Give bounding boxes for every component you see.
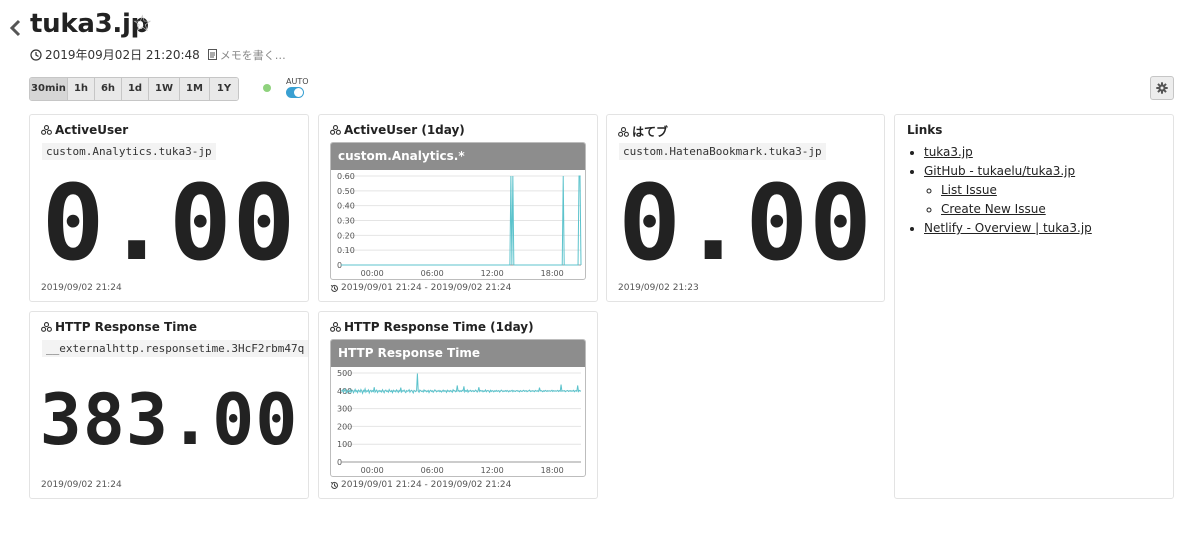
service-icon: [618, 126, 629, 137]
x-tick-label: 06:00: [421, 269, 444, 278]
x-tick-label: 18:00: [541, 269, 564, 278]
history-icon: [330, 481, 338, 489]
list-item: GitHub - tukaelu/tuka3.jp List Issue Cre…: [924, 164, 1092, 216]
metric-value: 383.00: [39, 379, 299, 461]
x-tick-label: 00:00: [361, 466, 384, 475]
service-icon: [330, 322, 341, 332]
widget-active-user-1day: ActiveUser (1day) custom.Analytics.* 0 0.…: [318, 114, 598, 302]
auto-refresh-label: AUTO: [286, 77, 309, 86]
history-icon: [330, 284, 338, 292]
widget-title-text: HTTP Response Time: [55, 320, 197, 334]
widget-timestamp: 2019/09/02 21:24: [41, 283, 122, 293]
widget-range: 2019/09/01 21:24 - 2019/09/02 21:24: [330, 480, 511, 490]
widget-timestamp: 2019/09/02 21:23: [618, 283, 699, 293]
range-button-1y[interactable]: 1Y: [210, 78, 238, 100]
widget-links: Links tuka3.jp GitHub - tukaelu/tuka3.jp…: [894, 114, 1174, 499]
y-tick-label: 0.10: [337, 246, 355, 255]
metric-name: custom.HatenaBookmark.tuka3-jp: [619, 143, 826, 160]
y-tick-label: 0.30: [337, 217, 355, 226]
widget-range: 2019/09/01 21:24 - 2019/09/02 21:24: [330, 283, 511, 293]
range-button-1m[interactable]: 1M: [180, 78, 210, 100]
widget-title-text: ActiveUser (1day): [344, 123, 465, 137]
y-tick-label: 0.60: [337, 172, 355, 181]
line-chart: 00.100.200.300.400.500.6000:00 06:00 12:00…: [337, 172, 582, 278]
widget-http-response-time-1day: HTTP Response Time (1day) HTTP Response …: [318, 311, 598, 499]
datetime-text: 2019年09月02日 21:20:48: [45, 48, 200, 62]
x-tick-label: 12:00: [481, 269, 504, 278]
y-tick-label: 500: [337, 369, 352, 378]
widget-title: HTTP Response Time: [41, 320, 197, 334]
x-tick-label: 06:00: [421, 466, 444, 475]
widget-title: ActiveUser (1day): [330, 123, 465, 137]
x-tick-label: 00:00: [361, 269, 384, 278]
metric-value: 0.00: [618, 162, 873, 284]
widget-title: Links: [907, 123, 943, 137]
service-icon: [330, 125, 341, 135]
gear-icon: [1156, 82, 1168, 94]
y-tick-label: 200: [337, 422, 352, 431]
metric-name: custom.Analytics.tuka3-jp: [42, 143, 216, 160]
link-create-issue[interactable]: Create New Issue: [941, 202, 1046, 216]
link-tuka3[interactable]: tuka3.jp: [924, 145, 973, 159]
range-text: 2019/09/01 21:24 - 2019/09/02 21:24: [341, 480, 512, 490]
range-button-30min[interactable]: 30min: [30, 78, 68, 100]
range-button-6h[interactable]: 6h: [95, 78, 122, 100]
y-tick-label: 0.20: [337, 231, 355, 240]
y-tick-label: 100: [337, 440, 352, 449]
links-list: tuka3.jp GitHub - tukaelu/tuka3.jp List …: [924, 145, 1092, 240]
range-button-1w[interactable]: 1W: [149, 78, 180, 100]
graph-active-user[interactable]: custom.Analytics.* 0 0.10 0.20 0.30 0.40 0.50…: [330, 142, 586, 280]
metric-value: 0.00: [41, 162, 297, 284]
widget-http-response-time: HTTP Response Time __externalhttp.respon…: [29, 311, 309, 499]
widget-hatebu: はてブ custom.HatenaBookmark.tuka3-jp 0.00 …: [606, 114, 885, 302]
widget-title-text: ActiveUser: [55, 123, 129, 137]
graph-title: HTTP Response Time: [331, 340, 585, 367]
memo-link[interactable]: メモを書く…: [207, 47, 286, 63]
live-status-dot: [263, 84, 271, 92]
graph-http-response-time[interactable]: HTTP Response Time 0 100 200 300 400 500 00:00…: [330, 339, 586, 477]
service-icon: [41, 125, 52, 135]
widget-timestamp: 2019/09/02 21:24: [41, 480, 122, 490]
dashboard-meta: 2019年09月02日 21:20:48 メモを書く…: [30, 46, 286, 63]
link-github[interactable]: GitHub - tukaelu/tuka3.jp: [924, 164, 1075, 178]
list-item: tuka3.jp: [924, 145, 1092, 159]
settings-button[interactable]: [1150, 76, 1174, 100]
widget-title-text: HTTP Response Time (1day): [344, 320, 534, 334]
metric-name: __externalhttp.responsetime.3HcF2rbm47q: [42, 340, 309, 357]
x-tick-label: 12:00: [481, 466, 504, 475]
sub-links-list: List Issue Create New Issue: [941, 183, 1092, 216]
list-item: Netlify - Overview | tuka3.jp: [924, 221, 1092, 235]
favorite-star-icon[interactable]: ☆: [132, 13, 153, 36]
range-button-1h[interactable]: 1h: [68, 78, 95, 100]
link-list-issue[interactable]: List Issue: [941, 183, 997, 197]
widget-active-user: ActiveUser custom.Analytics.tuka3-jp 0.0…: [29, 114, 309, 302]
widget-title-text: はてブ: [632, 125, 669, 139]
toggle-knob: [294, 88, 303, 97]
memo-icon: [207, 49, 217, 60]
y-tick-label: 0.40: [337, 202, 355, 211]
y-tick-label: 300: [337, 405, 352, 414]
list-item: List Issue: [941, 183, 1092, 197]
graph-title: custom.Analytics.*: [331, 143, 585, 170]
x-tick-label: 18:00: [541, 466, 564, 475]
y-tick-label: 0.50: [337, 187, 355, 196]
clock-icon: [30, 48, 42, 61]
line-chart: 010020030040050000:00 06:00 12:00 18:00: [337, 369, 582, 475]
memo-label: メモを書く…: [219, 48, 286, 62]
widget-title: ActiveUser: [41, 123, 128, 137]
service-icon: [41, 322, 52, 332]
range-text: 2019/09/01 21:24 - 2019/09/02 21:24: [341, 283, 512, 293]
auto-refresh-toggle[interactable]: [286, 87, 304, 98]
back-chevron-icon[interactable]: [8, 18, 22, 38]
link-netlify[interactable]: Netlify - Overview | tuka3.jp: [924, 221, 1092, 235]
list-item: Create New Issue: [941, 202, 1092, 216]
range-button-1d[interactable]: 1d: [122, 78, 149, 100]
time-range-selector: 30min 1h 6h 1d 1W 1M 1Y: [29, 77, 239, 101]
widget-title: はてブ: [618, 123, 668, 140]
widget-title: HTTP Response Time (1day): [330, 320, 534, 334]
